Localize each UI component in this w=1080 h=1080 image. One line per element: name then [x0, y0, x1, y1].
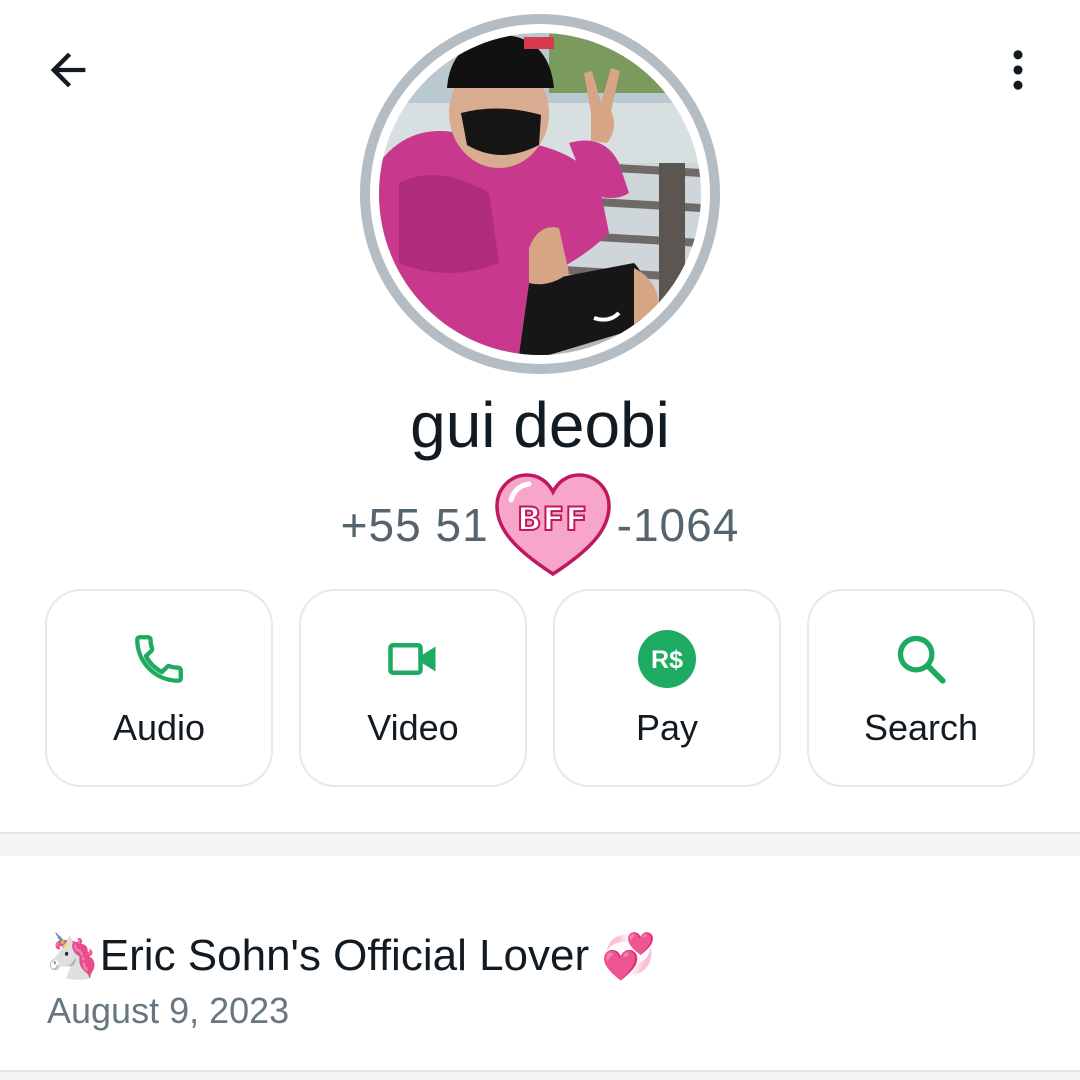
avatar-status-ring	[360, 14, 720, 374]
search-button[interactable]: Search	[807, 589, 1035, 787]
section-divider	[0, 832, 1080, 858]
about-section[interactable]: 🦄 Eric Sohn's Official Lover 💞 August 9,…	[0, 856, 1080, 1070]
pay-label: Pay	[635, 707, 699, 748]
arrow-left-icon	[50, 52, 86, 88]
phone-suffix: -1064	[616, 499, 740, 551]
about-text: Eric Sohn's Official Lover	[99, 931, 590, 980]
svg-text:R$: R$	[651, 646, 683, 674]
audio-label: Audio	[112, 707, 206, 748]
phone-prefix: +55 51	[340, 499, 489, 551]
phone-number[interactable]: +55 51 BFF -1064	[0, 470, 1080, 580]
back-button[interactable]	[36, 38, 100, 102]
more-options-button[interactable]	[986, 38, 1050, 102]
phone-icon	[135, 635, 183, 683]
video-call-button[interactable]: Video	[299, 589, 527, 787]
video-camera-icon	[388, 643, 436, 675]
audio-call-button[interactable]: Audio	[45, 589, 273, 787]
about-text-row: 🦄 Eric Sohn's Official Lover 💞	[45, 926, 656, 986]
about-date: August 9, 2023	[47, 990, 290, 1031]
more-vertical-icon	[1013, 50, 1023, 90]
unicorn-icon: 🦄	[45, 931, 100, 982]
quick-actions: Audio Video R$ Pay Search	[45, 589, 1035, 789]
contact-name: gui deobi	[410, 389, 670, 461]
search-icon	[897, 635, 946, 684]
avatar[interactable]	[379, 33, 701, 355]
search-label: Search	[863, 707, 979, 748]
avatar-photo	[379, 33, 701, 355]
revolving-hearts-icon: 💞	[601, 931, 656, 982]
pay-button[interactable]: R$ Pay	[553, 589, 781, 787]
bottom-divider	[0, 1070, 1080, 1080]
pay-icon: R$	[638, 630, 696, 688]
bff-heart-sticker: BFF	[493, 470, 613, 580]
bff-sticker-text: BFF	[516, 499, 589, 539]
video-label: Video	[367, 707, 459, 748]
contact-info-screen: gui deobi +55 51 BFF -1064 Audio Video R…	[0, 0, 1080, 1080]
